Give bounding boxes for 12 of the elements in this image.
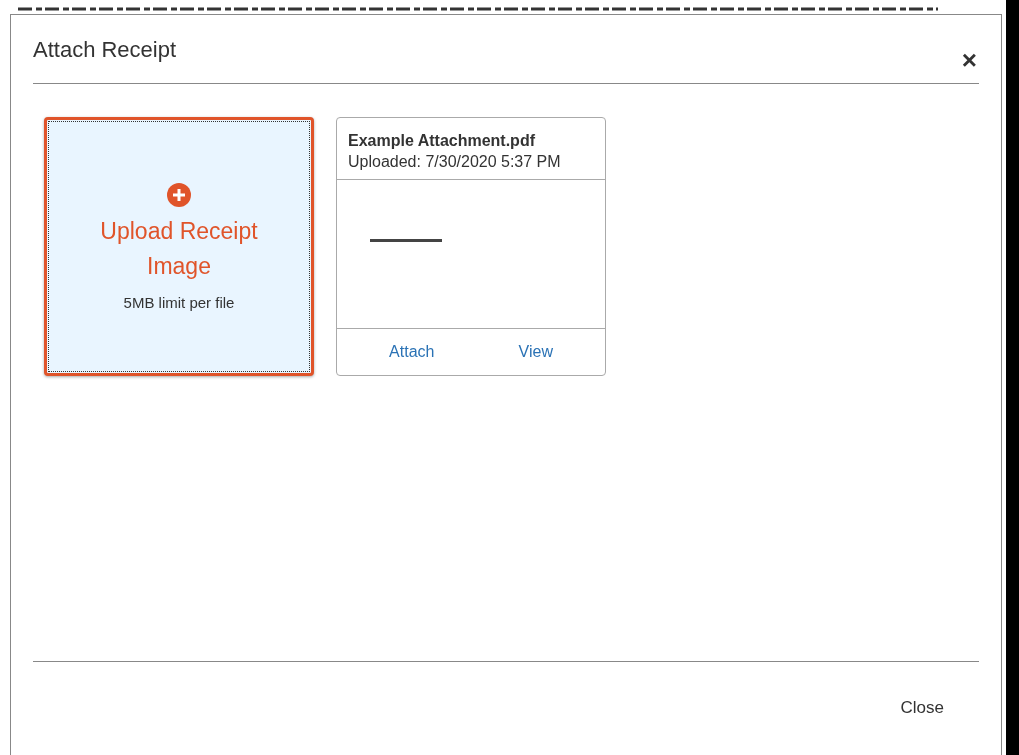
document-preview-drawing [370,238,442,243]
close-footer-button[interactable]: Close [900,698,944,718]
file-limit-text: 5MB limit per file [123,294,235,311]
plus-icon [166,182,192,208]
file-name: Example Attachment.pdf [348,132,536,150]
close-button[interactable]: × [961,47,977,73]
upload-date: Uploaded: 7/30/2020 5:37 PM [348,153,562,171]
upload-tile[interactable]: Upload Receipt Image 5MB limit per file [44,117,314,376]
attachment-action-link[interactable]: Attach [389,343,435,361]
upload-label: Upload Receipt Image [99,217,259,281]
dialog-title: Attach Receipt [33,37,177,63]
attachment-action-link[interactable]: View [518,343,553,361]
